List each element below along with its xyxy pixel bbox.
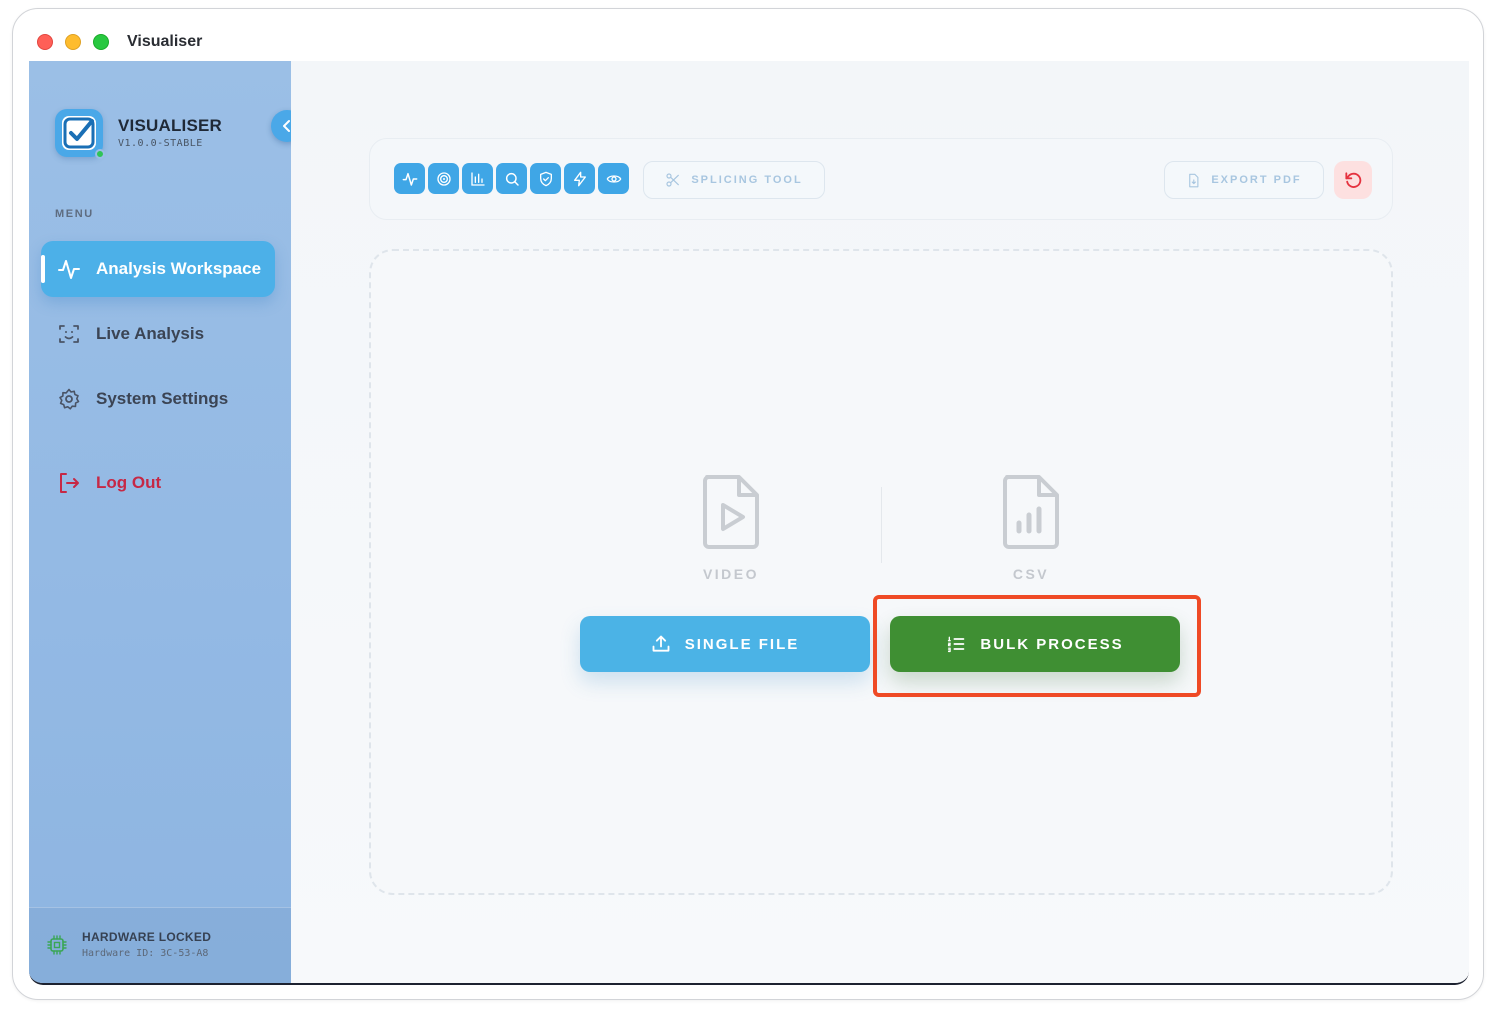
export-pdf-button[interactable]: EXPORT PDF (1164, 161, 1324, 199)
menu-section-label: MENU (55, 208, 94, 220)
single-file-label: SINGLE FILE (684, 635, 800, 653)
sidebar-item-system-settings[interactable]: System Settings (41, 371, 275, 427)
search-tool-button[interactable] (496, 163, 527, 194)
hardware-locked-label: HARDWARE LOCKED (82, 930, 212, 944)
bolt-icon (573, 171, 586, 186)
analysis-tools-group (394, 163, 527, 197)
target-icon (436, 171, 451, 186)
highlight-annotation-box (873, 595, 1201, 697)
logout-button[interactable]: Log Out (41, 455, 275, 511)
csv-file-icon (1003, 475, 1059, 549)
shield-tool-button[interactable] (530, 163, 561, 194)
target-tool-button[interactable] (428, 163, 459, 194)
bar-chart-tool-button[interactable] (462, 163, 493, 194)
video-label: VIDEO (702, 566, 760, 582)
app-content: VISUALISER V1.0.0-STABLE MENU Analysis W… (29, 61, 1469, 985)
check-logo-icon (63, 117, 95, 149)
file-drop-zone[interactable]: VIDEO CSV SINGLE FILE BULK PROCESS (369, 249, 1393, 895)
eye-icon (606, 174, 621, 183)
csv-label: CSV (1012, 566, 1050, 582)
sidebar-item-label: System Settings (96, 389, 229, 408)
sidebar-item-label: Live Analysis (96, 324, 205, 343)
video-file-type: VIDEO (661, 473, 801, 582)
file-download-icon (1189, 173, 1199, 187)
video-file-icon (703, 475, 759, 549)
bolt-tool-button[interactable] (564, 163, 595, 194)
hardware-id: Hardware ID: 3C-53-A8 (82, 948, 209, 959)
app-window: Visualiser VISUALISER V1.0.0-STABLE MENU… (12, 8, 1484, 1000)
sidebar: VISUALISER V1.0.0-STABLE MENU Analysis W… (29, 61, 303, 983)
chip-icon (47, 935, 67, 955)
sidebar-item-live-analysis[interactable]: Live Analysis (41, 306, 275, 362)
analysis-toolbar: SPLICING TOOL EXPORT PDF (369, 138, 1393, 220)
gear-icon (59, 388, 80, 410)
shield-icon (539, 171, 552, 186)
eye-tool-button[interactable] (598, 163, 629, 194)
window-title: Visualiser (127, 33, 203, 50)
brand-version: V1.0.0-STABLE (118, 138, 203, 149)
search-icon (505, 172, 519, 186)
splicing-tool-button[interactable]: SPLICING TOOL (643, 161, 825, 199)
logout-label: Log Out (96, 473, 162, 492)
security-tools-group (530, 163, 629, 197)
sidebar-item-analysis-workspace[interactable]: Analysis Workspace (41, 241, 275, 297)
single-file-button[interactable]: SINGLE FILE (580, 616, 870, 672)
hardware-lock-panel: HARDWARE LOCKED Hardware ID: 3C-53-A8 (29, 907, 291, 983)
main-workspace: SPLICING TOOL EXPORT PDF VIDEO CSV SINGL… (291, 61, 1469, 983)
activity-icon (58, 260, 80, 279)
face-scan-icon (59, 325, 79, 343)
title-bar: Visualiser (13, 9, 1483, 61)
online-status-dot (95, 149, 105, 159)
minimize-window-button[interactable] (65, 34, 81, 50)
splicing-tool-label: SPLICING TOOL (691, 174, 803, 186)
brand-name: VISUALISER (118, 116, 223, 135)
maximize-window-button[interactable] (93, 34, 109, 50)
rotate-ccw-icon (1345, 172, 1362, 188)
activity-tool-button[interactable] (394, 163, 425, 194)
upload-icon (652, 635, 670, 652)
csv-file-type: CSV (961, 473, 1101, 582)
reset-button[interactable] (1334, 161, 1372, 199)
sidebar-item-label: Analysis Workspace (96, 259, 262, 278)
close-window-button[interactable] (37, 34, 53, 50)
activity-icon (402, 172, 417, 186)
bar-chart-icon (470, 171, 485, 186)
logout-icon (60, 473, 79, 493)
export-pdf-label: EXPORT PDF (1211, 174, 1302, 186)
scissors-icon (666, 173, 680, 187)
file-type-divider (881, 487, 882, 563)
